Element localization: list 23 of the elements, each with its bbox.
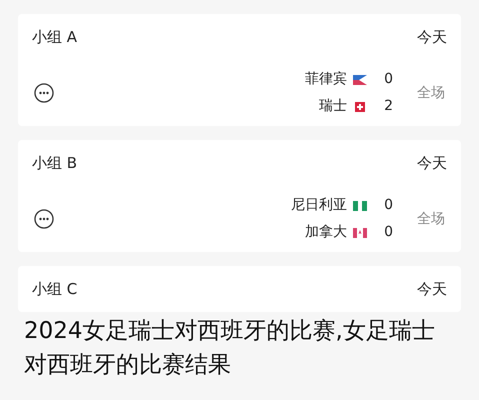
more-icon[interactable] [34, 83, 54, 103]
more-icon[interactable] [34, 209, 54, 229]
team-name: 尼日利亚 [291, 196, 347, 215]
group-title: 小组 A [32, 26, 78, 48]
flag-icon [353, 74, 367, 84]
flag-icon [353, 102, 367, 112]
caption: 2024女足瑞士对西班牙的比赛,女足瑞士对西班牙的比赛结果 [23, 317, 436, 380]
team-score: 2 [383, 97, 393, 116]
day-label: 今天 [417, 152, 447, 174]
team-score: 0 [383, 223, 393, 242]
group-title: 小组 C [32, 278, 78, 300]
team-name: 瑞士 [319, 97, 347, 116]
team-score: 0 [383, 196, 393, 215]
day-label: 今天 [417, 26, 447, 48]
match-status: 全场 [417, 210, 445, 228]
flag-icon [353, 200, 367, 210]
flag-icon [353, 228, 367, 238]
day-label: 今天 [417, 278, 447, 300]
group-title: 小组 B [32, 152, 78, 174]
team-name: 菲律宾 [305, 70, 347, 89]
team-score: 0 [383, 70, 393, 89]
match-status: 全场 [417, 84, 445, 102]
team-name: 加拿大 [305, 223, 347, 242]
